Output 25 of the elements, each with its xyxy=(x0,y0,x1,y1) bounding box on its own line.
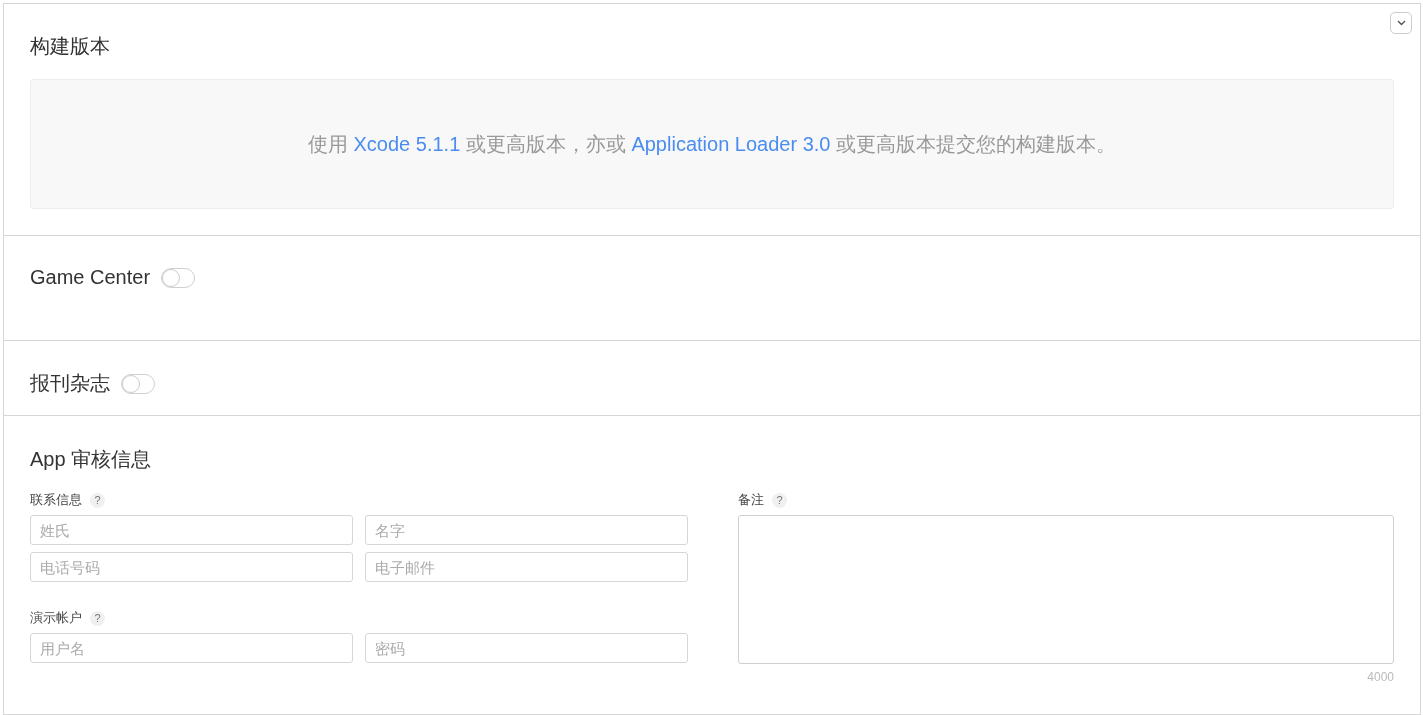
help-icon[interactable]: ? xyxy=(90,492,105,508)
help-icon[interactable]: ? xyxy=(772,492,787,508)
upload-instruction: 使用 Xcode 5.1.1 或更高版本，亦或 Application Loader 3.0 或更高版本提交您的构建版本。 xyxy=(307,131,1116,157)
text-field[interactable]: 电话号码 xyxy=(30,552,353,582)
tool-link[interactable]: Application Loader 3.0 xyxy=(631,132,831,155)
notes-field[interactable] xyxy=(738,515,1394,664)
section-title: App 审核信息 xyxy=(30,447,153,472)
section-title: Game Center xyxy=(30,266,151,289)
help-icon[interactable]: ? xyxy=(90,610,105,626)
toggle-switch[interactable] xyxy=(161,267,196,288)
section-title: 报刊杂志 xyxy=(30,371,110,396)
field-label: 备注 xyxy=(738,491,764,509)
field-label: 联系信息 xyxy=(30,491,82,509)
text-field[interactable]: 用户名 xyxy=(30,633,353,663)
text-field[interactable]: 密码 xyxy=(365,633,688,663)
field-label: 演示帐户 xyxy=(30,609,82,627)
text-field[interactable]: 电子邮件 xyxy=(365,552,688,582)
character-counter: 4000 xyxy=(1367,670,1394,684)
text-field[interactable]: 姓氏 xyxy=(30,515,353,545)
text-field[interactable]: 名字 xyxy=(365,515,688,545)
tool-link[interactable]: Xcode 5.1.1 xyxy=(353,132,461,155)
toggle-switch[interactable] xyxy=(121,373,155,394)
chevron-down-icon xyxy=(1396,20,1406,26)
section-title: 构建版本 xyxy=(30,34,111,59)
collapse-button[interactable] xyxy=(1390,12,1412,34)
